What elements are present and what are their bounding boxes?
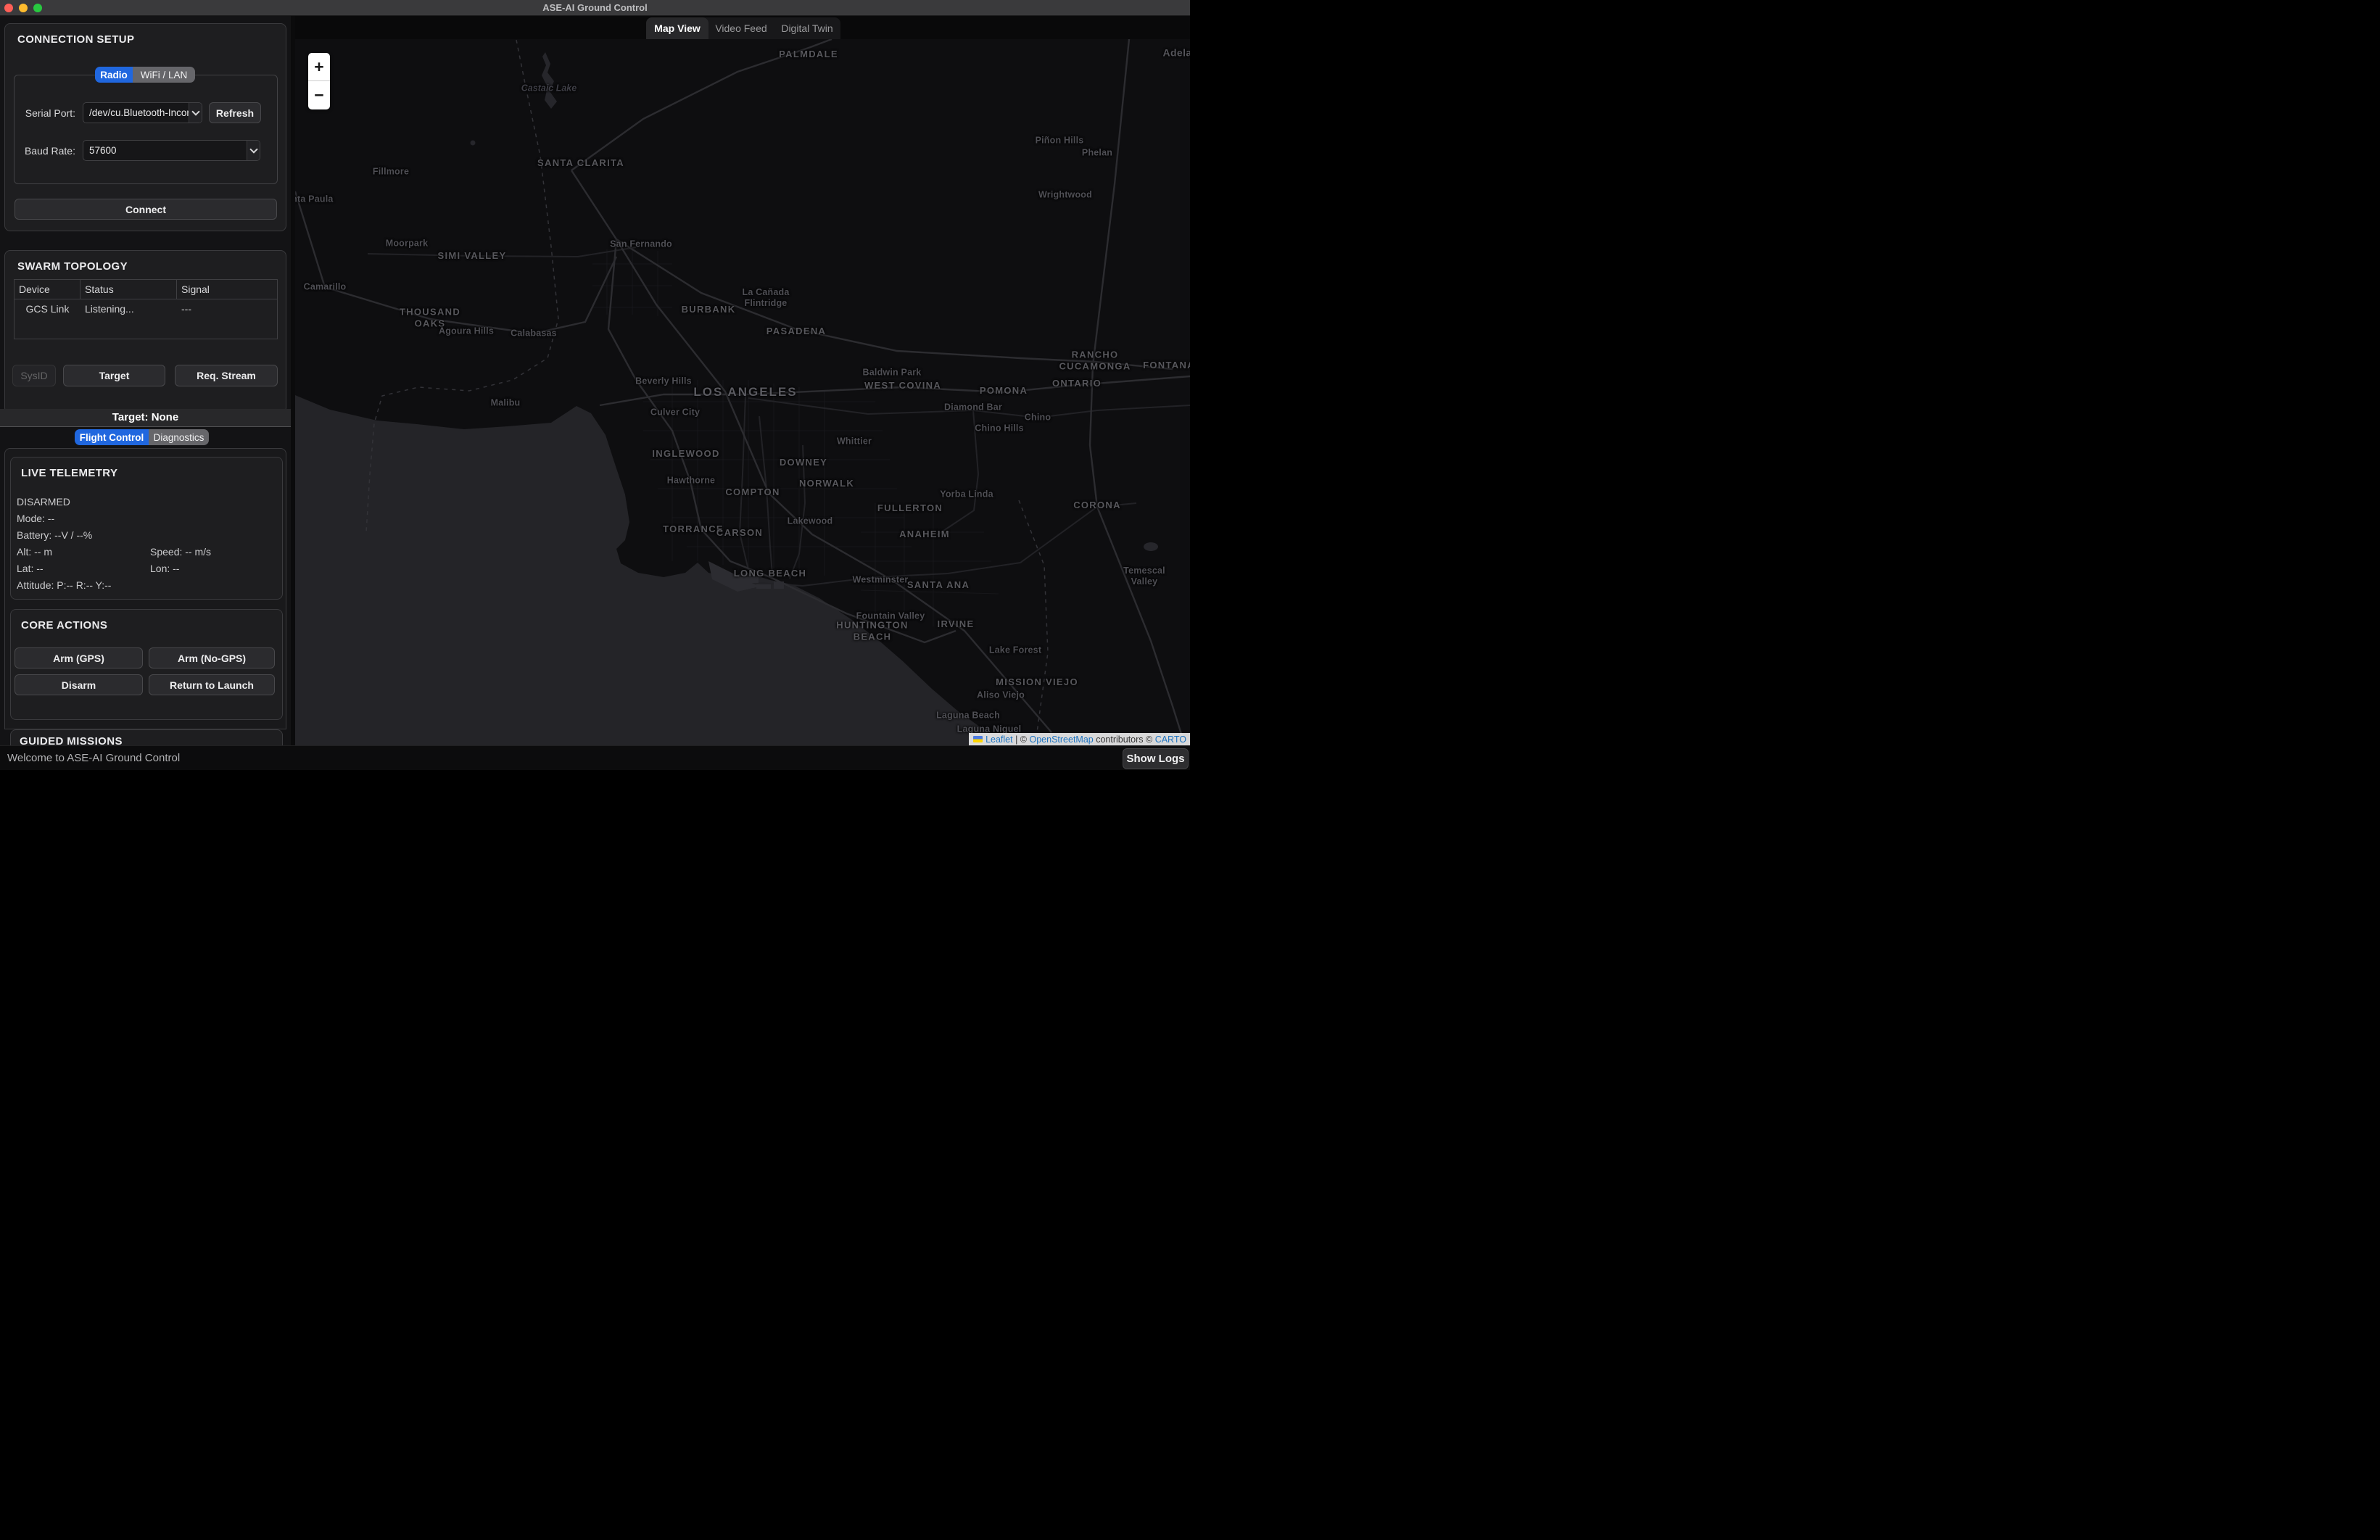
serial-port-label: Serial Port: — [15, 107, 75, 119]
req-stream-button[interactable]: Req. Stream — [175, 365, 278, 386]
target-button[interactable]: Target — [63, 365, 165, 386]
map-canvas[interactable]: PALMDALEAdelantoCastaic LakePiñon HillsP… — [295, 39, 1190, 745]
tab-video-feed[interactable]: Video Feed — [708, 17, 774, 39]
telemetry-lon: Lon: -- — [150, 563, 179, 574]
attrib-sep: | © — [1013, 734, 1030, 745]
link-tab-wifi-lan[interactable]: WiFi / LAN — [133, 67, 195, 83]
leaflet-link[interactable]: Leaflet — [986, 734, 1013, 745]
target-status-bar: Target: None — [0, 409, 291, 427]
show-logs-button[interactable]: Show Logs — [1123, 748, 1189, 769]
telemetry-speed: Speed: -- m/s — [150, 546, 211, 558]
cell-signal: --- — [177, 299, 278, 318]
app-window: ASE-AI Ground Control CONNECTION SETUP R… — [0, 0, 1190, 770]
connect-button[interactable]: Connect — [15, 199, 277, 220]
view-tabs: Map View Video Feed Digital Twin — [646, 17, 840, 39]
zoom-control: + − — [308, 53, 330, 109]
arm-gps-button[interactable]: Arm (GPS) — [15, 647, 143, 668]
swarm-table-header: Device Status Signal — [15, 280, 277, 299]
baud-rate-select[interactable]: 57600 — [83, 140, 260, 161]
arm-nogps-button[interactable]: Arm (No-GPS) — [149, 647, 275, 668]
serial-port-select[interactable]: /dev/cu.Bluetooth-Incor — [83, 102, 202, 123]
lake-mathews — [1144, 542, 1158, 551]
window-title: ASE-AI Ground Control — [0, 0, 1190, 16]
rtl-button[interactable]: Return to Launch — [149, 674, 275, 695]
connection-setup-title: CONNECTION SETUP — [17, 33, 134, 46]
baud-rate-label: Baud Rate: — [15, 145, 75, 157]
status-message: Welcome to ASE-AI Ground Control — [7, 746, 180, 770]
map-attribution: Leaflet | © OpenStreetMap contributors ©… — [969, 733, 1190, 745]
map-tab-strip: Map View Video Feed Digital Twin — [295, 16, 1190, 39]
sysid-button[interactable]: SysID — [12, 365, 56, 386]
telemetry-state: DISARMED — [17, 496, 70, 508]
map-basemap — [295, 39, 1190, 745]
zoom-out-button[interactable]: − — [308, 81, 330, 109]
title-bar: ASE-AI Ground Control — [0, 0, 1190, 16]
disarm-button[interactable]: Disarm — [15, 674, 143, 695]
chevron-down-icon — [189, 103, 202, 123]
baud-rate-value: 57600 — [89, 145, 117, 156]
swarm-row-gcs-link[interactable]: GCS Link Listening... --- — [15, 299, 277, 318]
tab-flight-control[interactable]: Flight Control — [75, 429, 149, 445]
col-device: Device — [15, 280, 80, 299]
telemetry-attitude: Attitude: P:-- R:-- Y:-- — [17, 579, 111, 591]
cell-device: GCS Link — [15, 299, 80, 318]
swarm-topology-title: SWARM TOPOLOGY — [17, 260, 128, 273]
link-tab-radio[interactable]: Radio — [95, 67, 133, 83]
attrib-mid: contributors © — [1094, 734, 1155, 745]
cell-status: Listening... — [80, 299, 177, 318]
castaic-lake — [542, 52, 557, 109]
telemetry-alt: Alt: -- m — [17, 546, 52, 558]
col-signal: Signal — [177, 280, 278, 299]
telemetry-battery: Battery: --V / --% — [17, 529, 92, 541]
ukraine-flag-icon — [973, 736, 983, 742]
connection-fieldset — [14, 75, 278, 184]
osm-link[interactable]: OpenStreetMap — [1030, 734, 1094, 745]
mode-tabs: Flight Control Diagnostics — [75, 429, 209, 445]
serial-port-value: /dev/cu.Bluetooth-Incor — [89, 107, 190, 118]
telemetry-lat: Lat: -- — [17, 563, 44, 574]
street-grid — [592, 249, 999, 626]
link-type-segmented: Radio WiFi / LAN — [95, 67, 195, 83]
status-bar: Welcome to ASE-AI Ground Control Show Lo… — [0, 745, 1190, 770]
refresh-button[interactable]: Refresh — [209, 102, 261, 123]
col-status: Status — [80, 280, 177, 299]
telemetry-mode: Mode: -- — [17, 513, 54, 524]
zoom-in-button[interactable]: + — [308, 53, 330, 81]
ocean — [295, 395, 1008, 745]
tab-digital-twin[interactable]: Digital Twin — [774, 17, 840, 39]
lake-piru — [471, 141, 476, 146]
carto-link[interactable]: CARTO — [1155, 734, 1186, 745]
swarm-table: Device Status Signal GCS Link Listening.… — [14, 279, 278, 339]
tab-map-view[interactable]: Map View — [646, 17, 708, 39]
live-telemetry-title: LIVE TELEMETRY — [21, 467, 117, 479]
chevron-down-icon — [247, 141, 260, 160]
core-actions-title: CORE ACTIONS — [21, 619, 107, 632]
tab-diagnostics[interactable]: Diagnostics — [149, 429, 209, 445]
